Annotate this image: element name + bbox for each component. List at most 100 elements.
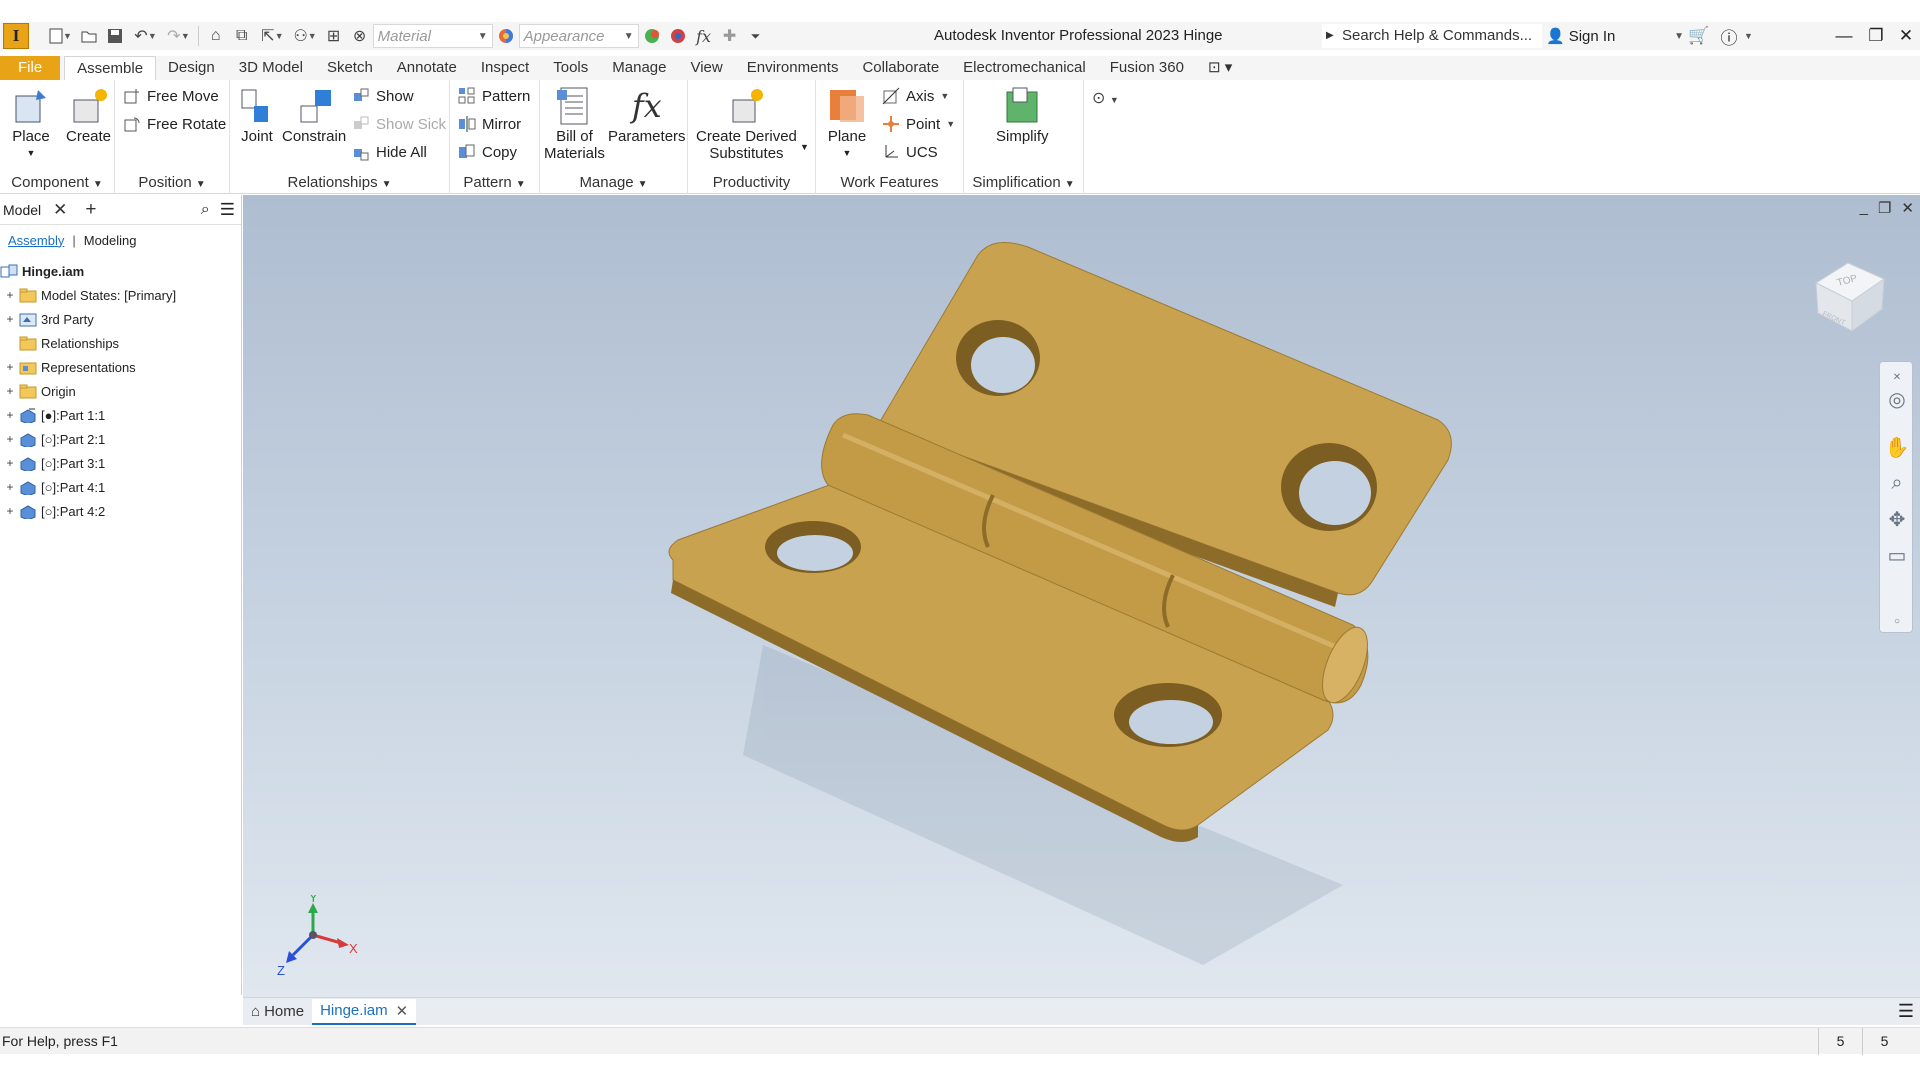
chevron-down-icon[interactable]: ▼ — [275, 31, 284, 41]
tree-item[interactable]: + [●]:Part 1:1 — [0, 403, 241, 427]
document-tab-active[interactable]: Hinge.iam ✕ — [312, 998, 417, 1025]
tree-item[interactable]: +3rd Party — [0, 307, 241, 331]
chevron-down-icon[interactable]: ▼ — [63, 31, 72, 41]
tab-design[interactable]: Design — [156, 56, 227, 80]
appearance-icon[interactable] — [493, 24, 519, 48]
open-folder-icon[interactable] — [76, 24, 102, 48]
chevron-down-icon[interactable]: ▼ — [148, 31, 157, 41]
menu-icon[interactable]: ☰ — [1898, 1001, 1914, 1022]
tab-annotate[interactable]: Annotate — [385, 56, 469, 80]
material-dropdown[interactable]: Material ▼ — [372, 24, 493, 48]
chevron-down-icon[interactable]: ▼ — [181, 31, 190, 41]
panel-position-label[interactable]: Position ▼ — [115, 172, 229, 194]
parameters-fx-icon[interactable]: fx — [691, 24, 717, 48]
close-icon[interactable]: ✕ — [53, 200, 67, 220]
tree-item[interactable]: + Model States: [Primary] — [0, 283, 241, 307]
tree-item[interactable]: + Representations — [0, 355, 241, 379]
expand-icon[interactable]: + — [5, 432, 15, 446]
expand-icon[interactable]: + — [5, 288, 15, 302]
adjust-appearance-icon[interactable] — [639, 24, 665, 48]
close-icon[interactable]: ✕ — [1886, 366, 1908, 388]
expand-icon[interactable]: + — [5, 384, 15, 398]
close-icon[interactable]: ✕ — [1890, 22, 1920, 50]
point-button[interactable]: Point ▼ — [882, 112, 955, 136]
chevron-down-icon[interactable]: ▼ — [1744, 31, 1753, 41]
tab-view[interactable]: View — [678, 56, 734, 80]
expand-icon[interactable]: + — [5, 360, 15, 374]
tab-inspect[interactable]: Inspect — [469, 56, 541, 80]
close-icon[interactable]: ✕ — [396, 1002, 409, 1020]
tree-item[interactable]: Relationships — [0, 331, 241, 355]
home-icon[interactable]: ⌂ — [203, 24, 229, 48]
home-tab[interactable]: ⌂ Home — [243, 999, 312, 1025]
constrain-button[interactable]: Constrain — [282, 86, 346, 145]
ribbon-display-options-icon[interactable]: ⊡ ▾ — [1196, 56, 1244, 80]
tree-item[interactable]: + [○]:Part 3:1 — [0, 451, 241, 475]
pattern-button[interactable]: Pattern — [458, 84, 530, 108]
customize-qat-icon[interactable]: ⏷ — [743, 24, 769, 48]
bill-of-materials-button[interactable]: Bill of Materials — [544, 86, 605, 162]
tree-item[interactable]: + [○]:Part 4:2 — [0, 499, 241, 523]
expand-icon[interactable]: + — [5, 504, 15, 518]
copy-button[interactable]: Copy — [458, 140, 517, 164]
restore-icon[interactable]: ❐ — [1860, 22, 1892, 50]
show-sick-button[interactable]: Show Sick — [352, 112, 446, 136]
copy-view-icon[interactable]: ⧉ — [229, 24, 255, 48]
look-at-icon[interactable]: ▭ — [1886, 544, 1908, 567]
show-button[interactable]: Show — [352, 84, 414, 108]
orbit-icon[interactable]: ✥ — [1886, 508, 1908, 531]
tree-root[interactable]: Hinge.iam — [0, 259, 241, 283]
free-move-button[interactable]: Free Move — [123, 84, 219, 108]
chevron-down-icon[interactable]: ▼ — [308, 31, 317, 41]
help-icon[interactable]: ⓘ — [1714, 24, 1744, 49]
parameters-button[interactable]: fx Parameters — [608, 86, 686, 145]
create-button[interactable]: Create — [66, 86, 111, 145]
tab-tools[interactable]: Tools — [541, 56, 600, 80]
clear-appearance-icon[interactable] — [665, 24, 691, 48]
customize-icon[interactable]: ○ — [1886, 610, 1908, 632]
zoom-icon[interactable]: ⌕ — [1886, 472, 1908, 494]
sign-in-button[interactable]: 👤 Sign In ▼ — [1546, 27, 1684, 46]
joint-button[interactable]: Joint — [236, 86, 278, 145]
hinge-model[interactable] — [243, 195, 1920, 997]
tab-environments[interactable]: Environments — [735, 56, 851, 80]
subtab-assembly[interactable]: Assembly — [8, 233, 64, 248]
hide-all-button[interactable]: Hide All — [352, 140, 427, 164]
graphics-viewport[interactable]: _ ❐ ✕ TOP FRONT ✕ ◎ ✋ ⌕ ✥ ▭ ○ Y X Z — [243, 195, 1920, 997]
ribbon-options-icon[interactable]: ⊙ ▼ — [1092, 88, 1119, 108]
app-logo[interactable]: I — [3, 23, 29, 49]
save-icon[interactable] — [102, 24, 128, 48]
search-icon[interactable]: ⌕ — [201, 201, 210, 219]
panel-manage-label[interactable]: Manage ▼ — [540, 172, 687, 194]
axis-button[interactable]: Axis ▼ — [882, 84, 949, 108]
tab-file[interactable]: File — [0, 56, 61, 80]
tab-fusion-360[interactable]: Fusion 360 — [1098, 56, 1196, 80]
tab-collaborate[interactable]: Collaborate — [850, 56, 951, 80]
tab-manage[interactable]: Manage — [600, 56, 678, 80]
subtab-modeling[interactable]: Modeling — [84, 233, 137, 248]
ucs-button[interactable]: UCS — [882, 140, 938, 164]
create-derived-substitutes-button[interactable]: Create Derived Substitutes — [696, 86, 797, 162]
material-icon[interactable]: ⊗ — [347, 24, 373, 48]
mirror-button[interactable]: Mirror — [458, 112, 521, 136]
add-panel-icon[interactable]: + — [85, 199, 96, 221]
expand-icon[interactable]: + — [5, 312, 15, 326]
expand-icon[interactable]: + — [5, 456, 15, 470]
tree-item[interactable]: + [○]:Part 4:1 — [0, 475, 241, 499]
free-rotate-button[interactable]: Free Rotate — [123, 112, 226, 136]
minimize-icon[interactable]: — — [1828, 22, 1860, 50]
tab-3d-model[interactable]: 3D Model — [227, 56, 315, 80]
appearance-dropdown[interactable]: Appearance ▼ — [518, 24, 639, 48]
tab-assemble[interactable]: Assemble — [64, 56, 157, 80]
pan-hand-icon[interactable]: ✋ — [1885, 436, 1910, 459]
expand-icon[interactable]: + — [5, 480, 15, 494]
tab-sketch[interactable]: Sketch — [315, 56, 385, 80]
measure-icon[interactable]: ⊞ — [321, 24, 347, 48]
panel-pattern-label[interactable]: Pattern ▼ — [450, 172, 539, 194]
cart-icon[interactable]: 🛒 — [1684, 26, 1714, 46]
panel-relationships-label[interactable]: Relationships ▼ — [230, 172, 449, 194]
simplify-button[interactable]: Simplify — [996, 86, 1049, 145]
plus-icon[interactable]: ✚ — [717, 24, 743, 48]
plane-button[interactable]: Plane ▼ — [826, 86, 868, 162]
panel-component-label[interactable]: Component ▼ — [0, 172, 114, 194]
